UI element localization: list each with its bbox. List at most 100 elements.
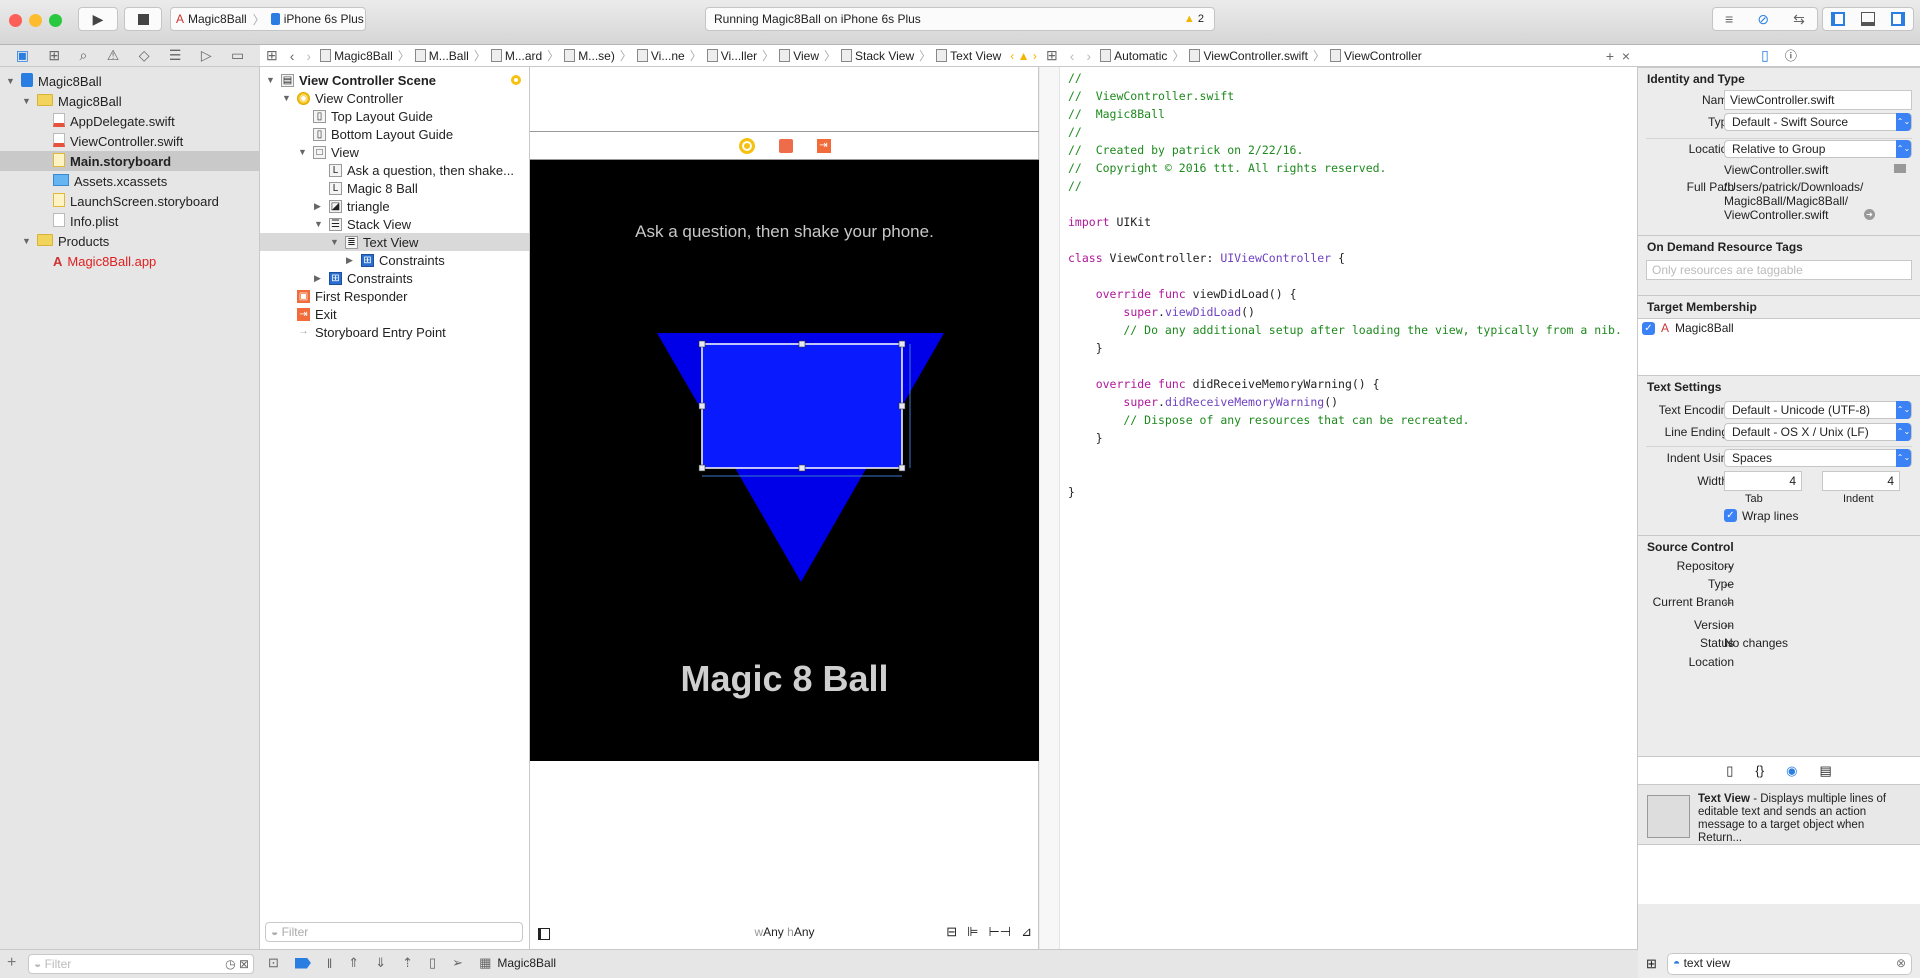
- outline-filter-input[interactable]: ◒ Filter: [265, 922, 523, 942]
- media-library-icon[interactable]: ▤: [1819, 763, 1831, 779]
- outline-item[interactable]: → Storyboard Entry Point: [260, 323, 529, 341]
- disclosure-triangle-icon[interactable]: ▼: [314, 219, 324, 229]
- outline-item[interactable]: ▼ ◉ View Controller: [260, 89, 529, 107]
- jump-bar-item[interactable]: Magic8Ball: [317, 49, 396, 63]
- jump-bar-item[interactable]: M...se): [561, 49, 618, 63]
- breakpoint-navigator-icon[interactable]: ▷: [201, 47, 212, 64]
- disclosure-triangle-icon[interactable]: ▼: [6, 76, 16, 86]
- utilities-toggle-icon[interactable]: [1891, 12, 1905, 26]
- step-out-icon[interactable]: ⇡: [402, 955, 413, 971]
- report-navigator-icon[interactable]: ▭: [231, 47, 244, 64]
- resource-tags-input[interactable]: Only resources are taggable: [1646, 260, 1912, 280]
- jump-bar-item[interactable]: ViewController: [1327, 49, 1425, 63]
- close-editor-icon[interactable]: ×: [1622, 48, 1630, 64]
- line-endings-popup[interactable]: Default - OS X / Unix (LF): [1724, 423, 1912, 441]
- outline-item[interactable]: ▣ First Responder: [260, 287, 529, 305]
- debug-navigator-icon[interactable]: ☰: [169, 47, 182, 64]
- close-window-button[interactable]: [9, 14, 22, 27]
- scene-status-icon[interactable]: [511, 75, 521, 85]
- back-icon[interactable]: ‹: [284, 48, 301, 64]
- navigator-item[interactable]: ▼ Magic8Ball: [0, 91, 259, 111]
- outline-item[interactable]: ▶ ⊞ Constraints: [260, 251, 529, 269]
- related-items-icon[interactable]: ⊞: [260, 47, 284, 64]
- zoom-window-button[interactable]: [49, 14, 62, 27]
- location-popup[interactable]: Relative to Group: [1724, 140, 1912, 158]
- disclosure-triangle-icon[interactable]: ▼: [330, 237, 340, 247]
- disclosure-triangle-icon[interactable]: ▶: [314, 201, 324, 212]
- outline-item[interactable]: L Ask a question, then shake...: [260, 161, 529, 179]
- issue-navigator-icon[interactable]: ⚠: [107, 47, 120, 64]
- file-inspector-icon[interactable]: ▯: [1761, 47, 1769, 64]
- exit-icon[interactable]: ⇥: [816, 138, 831, 153]
- add-file-icon[interactable]: +: [7, 954, 16, 972]
- reveal-in-finder-icon[interactable]: ➜: [1864, 209, 1875, 220]
- name-field[interactable]: ViewController.swift: [1724, 90, 1912, 110]
- location-simulate-icon[interactable]: ➢: [452, 955, 463, 971]
- navigator-item[interactable]: ViewController.swift: [0, 131, 259, 151]
- title-label[interactable]: Magic 8 Ball: [530, 658, 1039, 700]
- issue-warning-icon[interactable]: ‹ ▲ ›: [1004, 49, 1040, 63]
- stop-button[interactable]: [124, 7, 162, 31]
- pin-icon[interactable]: ⊢⊣: [988, 924, 1011, 940]
- pause-icon[interactable]: ‖: [327, 956, 332, 971]
- minimize-window-button[interactable]: [29, 14, 42, 27]
- navigator-toggle-icon[interactable]: [1831, 12, 1845, 26]
- view-debugger-icon[interactable]: ▯: [429, 955, 436, 971]
- navigator-item[interactable]: LaunchScreen.storyboard: [0, 191, 259, 211]
- jump-bar-item[interactable]: Vi...ller: [704, 49, 760, 63]
- indent-using-popup[interactable]: Spaces: [1724, 449, 1912, 467]
- first-responder-icon[interactable]: [778, 138, 793, 153]
- outline-item[interactable]: ⇥ Exit: [260, 305, 529, 323]
- type-popup[interactable]: Default - Swift Source: [1724, 113, 1912, 131]
- outline-item[interactable]: ▶ ⊞ Constraints: [260, 269, 529, 287]
- code-snippet-library-icon[interactable]: {}: [1755, 763, 1764, 778]
- navigator-item[interactable]: Assets.xcassets: [0, 171, 259, 191]
- disclosure-triangle-icon[interactable]: ▼: [282, 93, 292, 103]
- text-encoding-popup[interactable]: Default - Unicode (UTF-8): [1724, 401, 1912, 419]
- debug-target[interactable]: Magic8Ball: [497, 956, 556, 970]
- test-navigator-icon[interactable]: ◇: [139, 47, 150, 64]
- jump-bar-item[interactable]: M...Ball: [412, 49, 472, 63]
- outline-item[interactable]: ▼ □ View: [260, 143, 529, 161]
- disclosure-triangle-icon[interactable]: ▼: [22, 236, 32, 246]
- folder-icon[interactable]: [1894, 164, 1906, 173]
- forward-icon[interactable]: ›: [1080, 48, 1097, 64]
- navigator-item[interactable]: ▼ Products: [0, 231, 259, 251]
- tab-width-field[interactable]: 4: [1724, 471, 1802, 491]
- standard-editor-icon[interactable]: ≡: [1725, 11, 1733, 27]
- back-icon[interactable]: ‹: [1064, 48, 1081, 64]
- object-library-icon[interactable]: ◉: [1786, 763, 1797, 779]
- outline-item[interactable]: ▯ Top Layout Guide: [260, 107, 529, 125]
- jump-bar-item[interactable]: View: [776, 49, 822, 63]
- file-template-library-icon[interactable]: ▯: [1726, 763, 1733, 779]
- symbol-navigator-icon[interactable]: ⊞: [48, 47, 60, 64]
- debug-area-toggle-icon[interactable]: [1861, 12, 1875, 26]
- navigator-item[interactable]: A Magic8Ball.app: [0, 251, 259, 271]
- scheme-selector[interactable]: A Magic8Ball 〉 iPhone 6s Plus: [170, 7, 366, 31]
- jump-bar-item[interactable]: Text View: [933, 49, 1004, 63]
- outline-item[interactable]: L Magic 8 Ball: [260, 179, 529, 197]
- forward-icon[interactable]: ›: [300, 48, 317, 64]
- assistant-editor-icon[interactable]: ⊘: [1757, 11, 1769, 28]
- jump-bar-item[interactable]: Vi...ne: [634, 49, 688, 63]
- outline-item[interactable]: ▼ ≣ Text View: [260, 233, 529, 251]
- navigator-item[interactable]: Info.plist: [0, 211, 259, 231]
- version-editor-icon[interactable]: ⇆: [1793, 11, 1805, 28]
- related-items-icon[interactable]: ⊞: [1040, 47, 1064, 64]
- project-navigator-icon[interactable]: ▣: [16, 47, 29, 64]
- run-button[interactable]: ▶: [78, 7, 118, 31]
- jump-bar-item[interactable]: Stack View: [838, 49, 917, 63]
- jump-bar-item[interactable]: M...ard: [488, 49, 545, 63]
- step-over-icon[interactable]: ⇑: [348, 955, 359, 971]
- hide-debug-area-icon[interactable]: ⊡: [268, 955, 279, 971]
- embed-stack-icon[interactable]: ⊟: [946, 924, 957, 940]
- view-controller-view[interactable]: Ask a question, then shake your phone. M…: [530, 160, 1039, 761]
- disclosure-triangle-icon[interactable]: ▼: [22, 96, 32, 106]
- navigator-item[interactable]: Main.storyboard: [0, 151, 259, 171]
- jump-bar-item[interactable]: ViewController.swift: [1186, 49, 1310, 63]
- library-search-input[interactable]: ◓ text view ⊗: [1667, 953, 1912, 975]
- add-editor-icon[interactable]: +: [1606, 48, 1614, 64]
- text-view[interactable]: [702, 344, 902, 468]
- navigator-filter-input[interactable]: ◒ Filter ◷ ⊠: [28, 954, 254, 974]
- step-into-icon[interactable]: ⇓: [375, 955, 386, 971]
